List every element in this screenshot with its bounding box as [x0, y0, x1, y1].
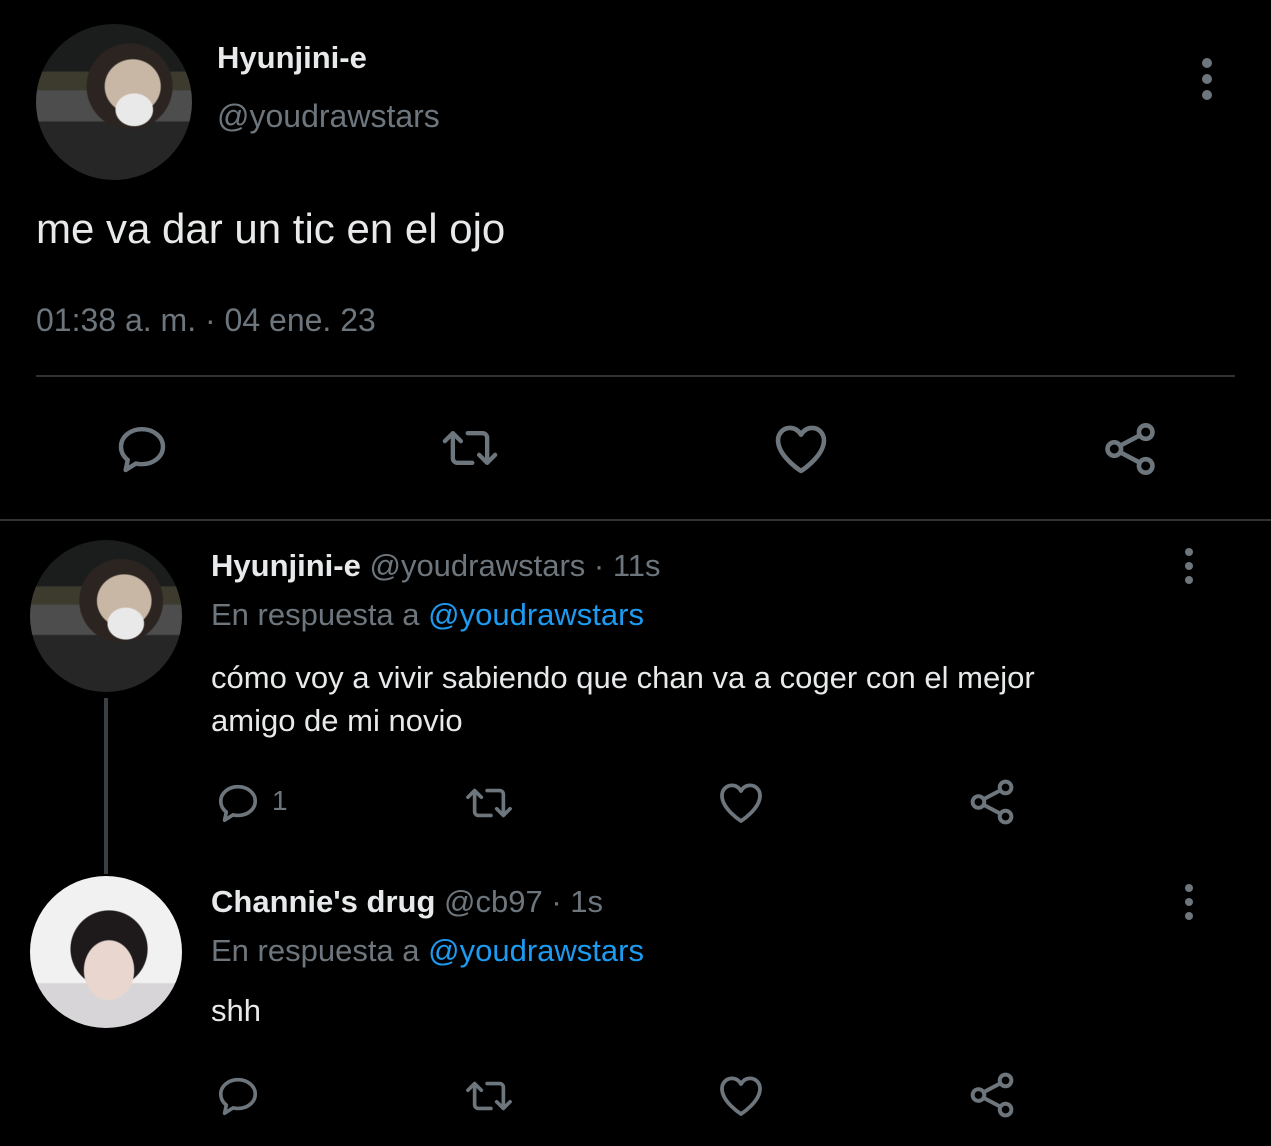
reply-context: En respuesta a @youdrawstars [211, 597, 644, 633]
avatar[interactable] [30, 876, 182, 1028]
divider [36, 375, 1235, 377]
reply-icon[interactable] [215, 1073, 261, 1119]
display-name[interactable]: Channie's drug [211, 884, 435, 919]
more-vertical-icon[interactable] [1181, 884, 1197, 926]
reply-time: · 11s [585, 548, 661, 583]
heart-icon[interactable] [772, 421, 830, 475]
retweet-icon[interactable] [462, 780, 516, 826]
handle[interactable]: @cb97 [444, 884, 543, 919]
more-vertical-icon[interactable] [1181, 548, 1197, 590]
avatar[interactable] [30, 540, 182, 692]
reply-to-link[interactable]: @youdrawstars [428, 597, 644, 632]
reply-icon[interactable] [114, 421, 170, 477]
tweet-text: cómo voy a vivir sabiendo que chan va a … [211, 656, 1035, 742]
section-divider [0, 519, 1271, 521]
reply-prefix: En respuesta a [211, 933, 420, 968]
share-icon[interactable] [1100, 420, 1160, 478]
handle[interactable]: @youdrawstars [217, 98, 440, 135]
reply-header: Channie's drug @cb97 · 1s [211, 884, 603, 920]
display-name[interactable]: Hyunjini-e [217, 40, 367, 76]
retweet-icon[interactable] [462, 1073, 516, 1119]
tweet-text-line: cómo voy a vivir sabiendo que chan va a … [211, 660, 1035, 695]
reply-context: En respuesta a @youdrawstars [211, 933, 644, 969]
more-vertical-icon[interactable] [1199, 58, 1215, 106]
tweet-timestamp: 01:38 a. m. · 04 ene. 23 [36, 302, 376, 338]
tweet-text: me va dar un tic en el ojo [36, 205, 506, 252]
reply-time: · 1s [542, 884, 604, 919]
share-icon[interactable] [967, 1070, 1017, 1120]
share-icon[interactable] [967, 777, 1017, 827]
handle[interactable]: @youdrawstars [369, 548, 585, 583]
display-name[interactable]: Hyunjini-e [211, 548, 361, 583]
reply-header: Hyunjini-e @youdrawstars · 11s [211, 548, 661, 584]
reply-count: 1 [272, 785, 288, 816]
reply-to-link[interactable]: @youdrawstars [428, 933, 644, 968]
reply-prefix: En respuesta a [211, 597, 420, 632]
thread-line [104, 698, 108, 874]
reply-icon[interactable] [215, 780, 261, 826]
tweet-text-line: amigo de mi novio [211, 703, 463, 738]
heart-icon[interactable] [717, 1072, 765, 1118]
heart-icon[interactable] [717, 779, 765, 825]
retweet-icon[interactable] [438, 420, 502, 476]
tweet-text: shh [211, 993, 261, 1028]
avatar[interactable] [36, 24, 192, 180]
